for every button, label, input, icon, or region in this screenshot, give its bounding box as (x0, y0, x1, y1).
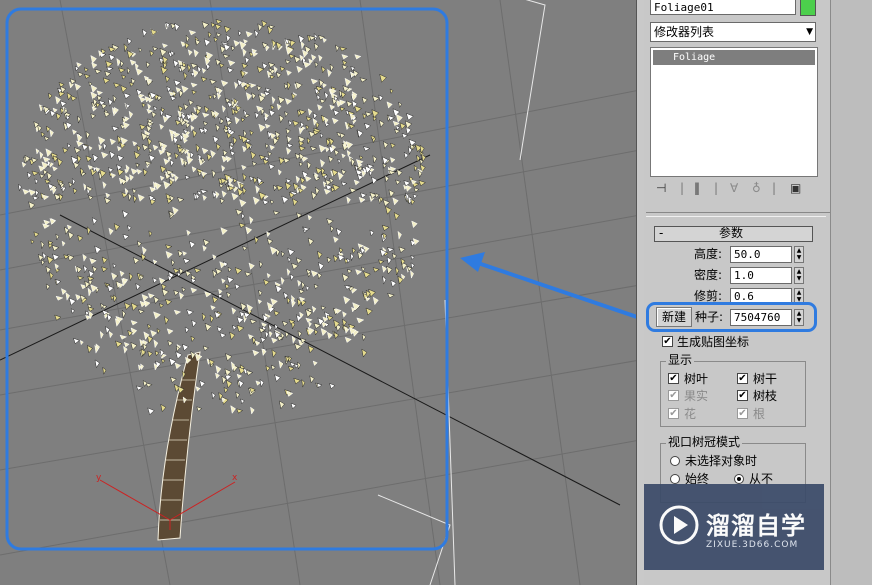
canopy-when-unselected-radio[interactable] (670, 456, 680, 466)
object-name-field[interactable]: Foliage01 (650, 0, 796, 15)
chevron-down-icon[interactable]: ▼ (806, 23, 813, 41)
roots-label: 根 (753, 407, 766, 421)
rollout-toggle[interactable]: - (659, 227, 663, 240)
axis-y-label: y (96, 473, 102, 483)
perspective-viewport[interactable]: y x (0, 0, 640, 585)
canopy-always-radio[interactable] (670, 474, 680, 484)
height-label: 高度: (694, 247, 723, 261)
watermark: 溜溜自学 ZIXUE.3D66.COM (644, 484, 824, 570)
divider: | (680, 181, 685, 195)
display-group (660, 361, 806, 427)
remove-modifier-icon[interactable]: ♁ (752, 181, 761, 195)
canopy-never-radio[interactable] (734, 474, 744, 484)
make-unique-icon[interactable]: ∀ (730, 181, 738, 195)
trunk-checkbox[interactable]: ✔ (737, 373, 748, 384)
gen-map-coords-label: 生成贴图坐标 (677, 335, 750, 349)
density-field[interactable]: 1.0 (730, 267, 792, 284)
modifier-list-dropdown[interactable]: 修改器列表 ▼ (650, 22, 816, 42)
density-label: 密度: (694, 268, 723, 282)
pin-stack-icon[interactable]: ⊣ (656, 181, 666, 195)
fruit-checkbox[interactable]: ✔ (668, 390, 679, 401)
light-helpers (377, 0, 546, 585)
stack-item[interactable]: Foliage (653, 50, 815, 65)
parameters-rollout-header[interactable]: - 参数 (654, 226, 813, 242)
panel-scroll-area[interactable] (830, 0, 872, 585)
leaves-checkbox[interactable]: ✔ (668, 373, 679, 384)
branches-label: 树枝 (753, 389, 778, 403)
watermark-logo-icon (659, 505, 699, 545)
flowers-label: 花 (684, 407, 697, 421)
tree-highlight-frame (5, 7, 449, 551)
divider: | (772, 181, 777, 195)
divider (646, 212, 830, 213)
pruning-label: 修剪: (694, 289, 723, 303)
display-group-title: 显示 (666, 353, 695, 367)
watermark-brand: 溜溜自学 (706, 512, 806, 540)
gen-map-coords-checkbox[interactable]: ✔ (662, 336, 673, 347)
viewport-canvas: y x (0, 0, 640, 585)
height-spinner[interactable]: ▲ ▼ (794, 246, 804, 263)
axis-x-label: x (232, 473, 238, 483)
flowers-checkbox[interactable]: ✔ (668, 408, 679, 419)
height-field[interactable]: 50.0 (730, 246, 792, 263)
rollout-title: 参数 (719, 226, 744, 240)
show-end-result-icon[interactable]: ‖ (694, 181, 700, 195)
seed-highlight-frame (646, 302, 817, 332)
modifier-stack[interactable]: Foliage (650, 47, 818, 177)
branches-checkbox[interactable]: ✔ (737, 390, 748, 401)
canopy-when-unselected-label: 未选择对象时 (685, 454, 758, 468)
configure-sets-icon[interactable]: ▣ (790, 181, 801, 195)
trunk-label: 树干 (753, 372, 778, 386)
modifier-list-label: 修改器列表 (654, 25, 715, 39)
divider (646, 216, 826, 217)
watermark-url: ZIXUE.3D66.COM (706, 540, 799, 550)
fruit-label: 果实 (684, 389, 709, 403)
tree-trunk (157, 351, 201, 541)
leaves-label: 树叶 (684, 372, 709, 386)
canopy-mode-title: 视口树冠模式 (666, 435, 743, 449)
object-color-swatch[interactable] (800, 0, 816, 16)
density-spinner[interactable]: ▲ ▼ (794, 267, 804, 284)
divider: | (714, 181, 719, 195)
pointer-arrow (460, 252, 640, 320)
roots-checkbox[interactable]: ✔ (737, 408, 748, 419)
